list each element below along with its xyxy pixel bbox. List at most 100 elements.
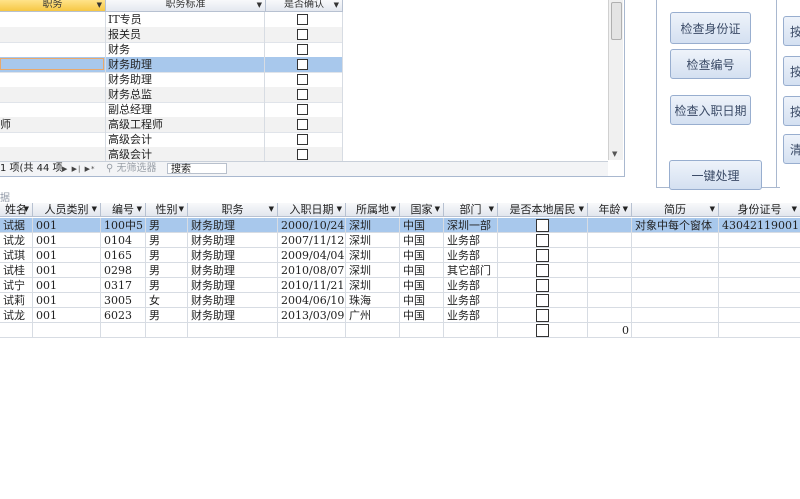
- confirmed-checkbox[interactable]: [297, 74, 308, 85]
- col-header-date[interactable]: 入职日期 ▼: [278, 203, 346, 217]
- col-header-resume[interactable]: 简历 ▼: [632, 203, 719, 217]
- category-cell[interactable]: 001: [33, 293, 101, 308]
- country-cell[interactable]: 中国: [400, 218, 444, 233]
- date-cell[interactable]: 2007/11/12: [278, 233, 346, 248]
- position-cell[interactable]: 财务助理: [188, 278, 278, 293]
- department-cell[interactable]: [444, 323, 498, 338]
- standard-cell[interactable]: 财务助理: [106, 72, 265, 87]
- top-table-row[interactable]: 财务: [0, 42, 343, 58]
- age-cell[interactable]: [588, 278, 632, 293]
- age-cell[interactable]: [588, 263, 632, 278]
- department-cell[interactable]: 业务部: [444, 308, 498, 323]
- country-cell[interactable]: [400, 323, 444, 338]
- col-header-category[interactable]: 人员类别 ▼: [33, 203, 101, 217]
- category-cell[interactable]: 001: [33, 233, 101, 248]
- table-row[interactable]: 试龙 001 6023 男财务助理 2013/03/09 广州 中国 业务部: [0, 308, 800, 323]
- col-header-standard[interactable]: 职务标准 ▼: [106, 0, 266, 12]
- gender-cell[interactable]: 男: [146, 218, 188, 233]
- location-cell[interactable]: 广州: [346, 308, 400, 323]
- name-cell[interactable]: 试龙: [0, 308, 33, 323]
- gender-cell[interactable]: 男: [146, 263, 188, 278]
- position-cell[interactable]: 财务助理: [188, 248, 278, 263]
- category-cell[interactable]: 001: [33, 278, 101, 293]
- id-number-cell[interactable]: [719, 248, 800, 263]
- id-number-cell[interactable]: [719, 263, 800, 278]
- dropdown-arrow-icon[interactable]: ▼: [579, 203, 584, 216]
- top-table-row[interactable]: IT专员: [0, 12, 343, 28]
- country-cell[interactable]: 中国: [400, 248, 444, 263]
- table-row[interactable]: 试宁 001 0317 男财务助理 2010/11/21 深圳 中国 业务部: [0, 278, 800, 293]
- name-cell[interactable]: 试莉: [0, 293, 33, 308]
- confirmed-checkbox[interactable]: [297, 119, 308, 130]
- local-resident-checkbox[interactable]: [536, 279, 549, 292]
- standard-cell[interactable]: IT专员: [106, 12, 265, 27]
- local-resident-checkbox[interactable]: [536, 294, 549, 307]
- position-cell[interactable]: [0, 72, 106, 87]
- position-cell[interactable]: 财务助理: [188, 308, 278, 323]
- confirmed-checkbox[interactable]: [297, 44, 308, 55]
- standard-cell[interactable]: 财务总监: [106, 87, 265, 102]
- id-number-cell[interactable]: 43042119001103: [719, 218, 800, 233]
- check-number-button[interactable]: 检查编号: [670, 49, 751, 79]
- gender-cell[interactable]: 男: [146, 248, 188, 263]
- department-cell[interactable]: 业务部: [444, 278, 498, 293]
- local-resident-checkbox[interactable]: [536, 324, 549, 337]
- record-nav-buttons[interactable]: ▶ ▶| ▶*: [62, 162, 95, 176]
- number-cell[interactable]: 0104: [101, 233, 146, 248]
- country-cell[interactable]: 中国: [400, 308, 444, 323]
- check-hire-date-button[interactable]: 检查入职日期: [670, 95, 751, 125]
- dropdown-arrow-icon[interactable]: ▼: [337, 203, 342, 216]
- location-cell[interactable]: 深圳: [346, 263, 400, 278]
- top-table-row[interactable]: 财务总监: [0, 87, 343, 103]
- position-cell[interactable]: [0, 147, 106, 162]
- table-row[interactable]: 试琪 001 0165 男财务助理 2009/04/04 深圳 中国 业务部: [0, 248, 800, 263]
- top-table-row[interactable]: 报关员: [0, 27, 343, 43]
- col-header-number[interactable]: 编号 ▼: [101, 203, 146, 217]
- local-resident-checkbox[interactable]: [536, 219, 549, 232]
- standard-cell[interactable]: 财务助理: [106, 57, 265, 72]
- position-cell[interactable]: 财务助理: [188, 263, 278, 278]
- date-cell[interactable]: [278, 323, 346, 338]
- age-cell[interactable]: [588, 248, 632, 263]
- vertical-scrollbar[interactable]: ▼: [608, 0, 623, 160]
- category-cell[interactable]: 001: [33, 248, 101, 263]
- one-click-process-button[interactable]: 一键处理: [669, 160, 762, 190]
- resume-cell[interactable]: 对象中每个窗体: [632, 218, 719, 233]
- dropdown-arrow-icon[interactable]: ▼: [269, 203, 274, 216]
- top-table-row[interactable]: 高级会计: [0, 132, 343, 148]
- date-cell[interactable]: 2000/10/24: [278, 218, 346, 233]
- category-cell[interactable]: 001: [33, 263, 101, 278]
- category-cell[interactable]: 001: [33, 218, 101, 233]
- position-cell[interactable]: [0, 132, 106, 147]
- number-cell[interactable]: 0298: [101, 263, 146, 278]
- gender-cell[interactable]: 男: [146, 308, 188, 323]
- id-number-cell[interactable]: [719, 308, 800, 323]
- right-button-3[interactable]: 按: [783, 96, 800, 126]
- right-button-4[interactable]: 清: [783, 134, 800, 164]
- scrollbar-thumb[interactable]: [611, 2, 622, 40]
- top-table-row[interactable]: 财务助理: [0, 72, 343, 88]
- top-table-row[interactable]: 副总经理: [0, 102, 343, 118]
- location-cell[interactable]: 深圳: [346, 278, 400, 293]
- standard-cell[interactable]: 高级工程师: [106, 117, 265, 132]
- country-cell[interactable]: 中国: [400, 233, 444, 248]
- dropdown-arrow-icon[interactable]: ▼: [334, 0, 339, 10]
- resume-cell[interactable]: [632, 278, 719, 293]
- dropdown-arrow-icon[interactable]: ▼: [137, 203, 142, 216]
- confirmed-checkbox[interactable]: [297, 134, 308, 145]
- dropdown-arrow-icon[interactable]: ▼: [710, 203, 715, 216]
- position-cell[interactable]: [0, 102, 106, 117]
- col-header-local-resident[interactable]: 是否本地居民 ▼: [498, 203, 588, 217]
- col-header-age[interactable]: 年龄 ▼: [588, 203, 632, 217]
- number-cell[interactable]: 0317: [101, 278, 146, 293]
- confirmed-checkbox[interactable]: [297, 149, 308, 160]
- top-table-row[interactable]: 财务助理: [0, 57, 343, 73]
- position-cell[interactable]: [188, 323, 278, 338]
- gender-cell[interactable]: 男: [146, 233, 188, 248]
- position-cell[interactable]: [0, 87, 106, 102]
- dropdown-arrow-icon[interactable]: ▼: [391, 203, 396, 216]
- date-cell[interactable]: 2013/03/09: [278, 308, 346, 323]
- id-number-cell[interactable]: [719, 323, 800, 338]
- col-header-department[interactable]: 部门 ▼: [444, 203, 498, 217]
- col-header-name[interactable]: 姓名 ▼: [0, 203, 33, 217]
